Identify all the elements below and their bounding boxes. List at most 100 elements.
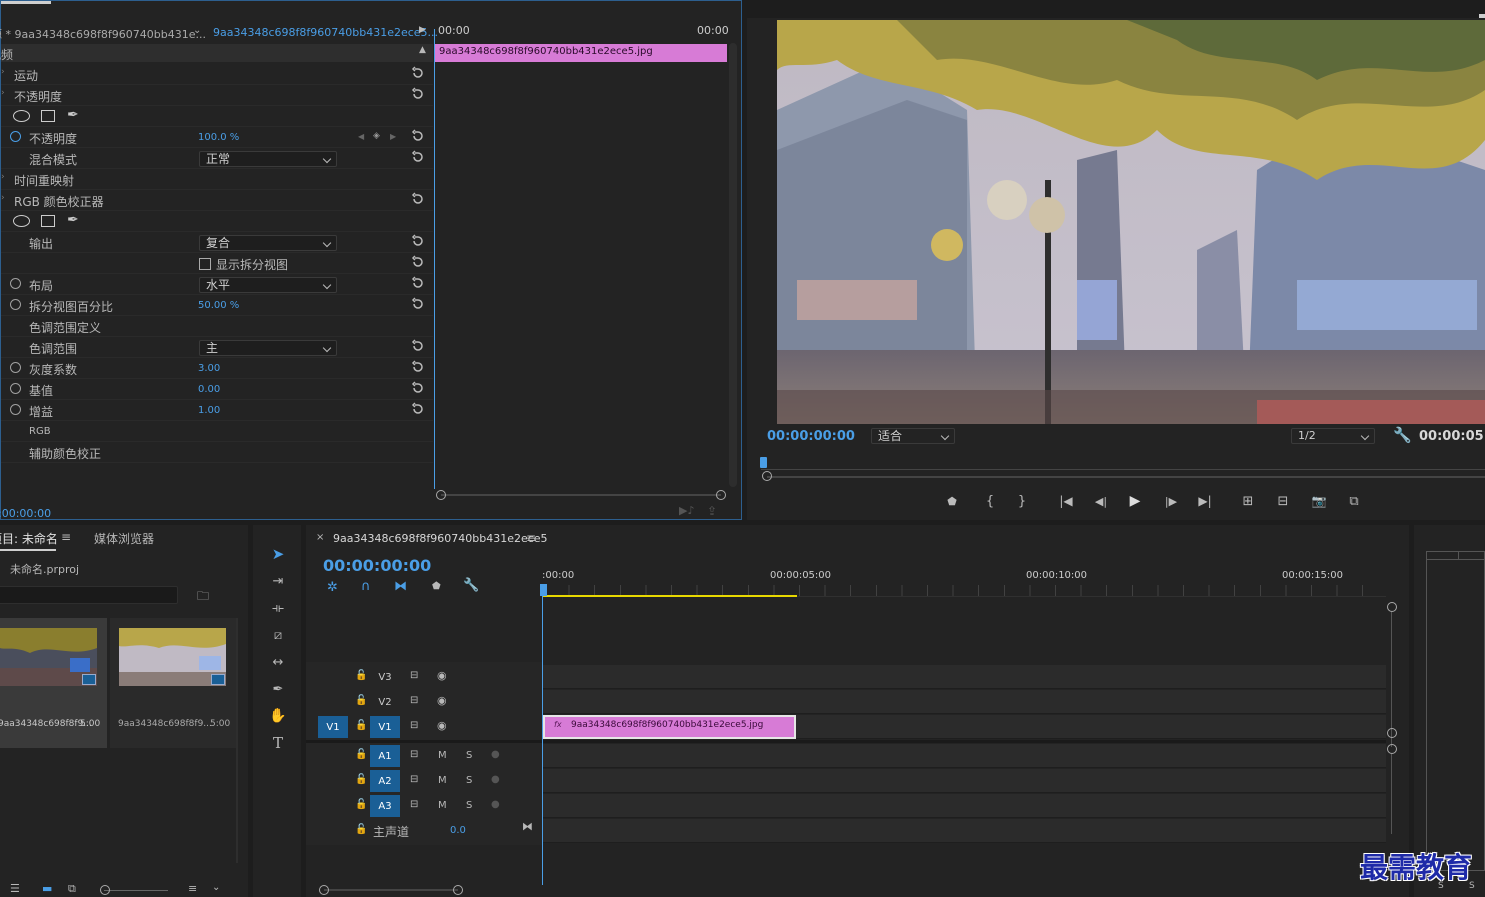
nest-icon[interactable]: ✲ bbox=[327, 580, 338, 595]
solo-button[interactable]: S bbox=[466, 800, 472, 811]
zoom-handle-right[interactable] bbox=[453, 885, 463, 895]
track-v3[interactable] bbox=[543, 665, 1386, 689]
mic-icon[interactable]: ● bbox=[491, 799, 500, 810]
zoom-handle-left[interactable] bbox=[762, 471, 772, 481]
reset-icon[interactable] bbox=[411, 150, 425, 164]
project-item[interactable]: 9aa34348c698f8f9... 5:00 bbox=[110, 618, 236, 748]
opacity-value[interactable]: 100.0 % bbox=[198, 132, 239, 143]
mute-button[interactable]: M bbox=[438, 775, 447, 786]
track-header-master[interactable] bbox=[306, 819, 542, 843]
hand-tool[interactable]: ✋ bbox=[265, 704, 291, 728]
secondary-label[interactable]: 辅助颜色校正 bbox=[29, 445, 101, 462]
media-browser-tab[interactable]: 媒体浏览器 bbox=[94, 530, 154, 547]
program-timecode[interactable]: 00:00:00:00 bbox=[767, 429, 855, 444]
stopwatch-icon[interactable] bbox=[10, 362, 21, 373]
layout-select[interactable]: 水平 bbox=[199, 277, 337, 293]
mini-timeline-clip[interactable]: 9aa34348c698f8f960740bb431e2ece5.jpg bbox=[435, 44, 727, 62]
lift-button[interactable]: ⊞ bbox=[1237, 490, 1259, 512]
lock-icon[interactable]: 🔓 bbox=[355, 720, 367, 731]
rgb-label[interactable]: RGB bbox=[29, 426, 51, 437]
eye-icon[interactable]: ◉ bbox=[437, 694, 447, 707]
reset-icon[interactable] bbox=[411, 234, 425, 248]
play-button[interactable]: ▶ bbox=[1124, 490, 1146, 512]
mini-timeline-playhead[interactable] bbox=[434, 29, 435, 489]
timeline-settings-icon[interactable]: 🔧 bbox=[463, 578, 479, 593]
gain-value[interactable]: 1.00 bbox=[198, 405, 220, 416]
reset-icon[interactable] bbox=[411, 129, 425, 143]
work-area-bar[interactable] bbox=[543, 595, 797, 597]
settings-wrench-icon[interactable]: 🔧 bbox=[1393, 426, 1412, 444]
motion-label[interactable]: 运动 bbox=[14, 67, 38, 84]
rect-mask-icon[interactable] bbox=[41, 215, 55, 227]
go-to-in-button[interactable]: |◀ bbox=[1055, 490, 1077, 512]
ellipse-mask-icon[interactable] bbox=[13, 215, 30, 227]
list-view-icon[interactable]: ☰ bbox=[10, 882, 20, 895]
zoom-handle-left[interactable] bbox=[436, 490, 446, 500]
sync-lock-icon[interactable]: ⊟ bbox=[410, 720, 418, 731]
reset-icon[interactable] bbox=[411, 381, 425, 395]
pen-mask-icon[interactable]: ✒ bbox=[67, 212, 79, 228]
add-marker-button[interactable]: ⬟ bbox=[941, 490, 963, 512]
search-input[interactable] bbox=[0, 586, 178, 604]
stopwatch-icon[interactable] bbox=[10, 299, 21, 310]
pedestal-value[interactable]: 0.00 bbox=[198, 384, 220, 395]
timeline-playhead[interactable] bbox=[542, 585, 543, 885]
go-to-end-icon[interactable]: ⧓ bbox=[522, 820, 533, 833]
sync-lock-icon[interactable]: ⊟ bbox=[410, 749, 418, 760]
sequence-tab[interactable]: 9aa34348c698f8f960740bb431e2ece5 bbox=[333, 532, 548, 545]
mute-button[interactable]: M bbox=[438, 800, 447, 811]
eye-icon[interactable]: ◉ bbox=[437, 719, 447, 732]
ellipse-mask-icon[interactable] bbox=[13, 110, 30, 122]
reset-icon[interactable] bbox=[411, 339, 425, 353]
tonal-range-def-label[interactable]: 色调范围定义 bbox=[29, 319, 101, 336]
project-tab[interactable]: 项目: 未命名 bbox=[0, 530, 58, 547]
lock-icon[interactable]: 🔓 bbox=[355, 824, 367, 835]
project-item[interactable]: 9aa34348c698f8f9... 5:00 bbox=[0, 618, 107, 748]
eye-icon[interactable]: ◉ bbox=[437, 669, 447, 682]
program-video-frame[interactable] bbox=[777, 20, 1485, 424]
lock-icon[interactable]: 🔓 bbox=[355, 799, 367, 810]
stopwatch-icon[interactable] bbox=[10, 278, 21, 289]
track-a2[interactable] bbox=[543, 769, 1386, 793]
mute-button[interactable]: M bbox=[438, 750, 447, 761]
reset-icon[interactable] bbox=[411, 66, 425, 80]
mark-out-button[interactable]: } bbox=[1011, 490, 1033, 512]
freeform-view-icon[interactable]: ⧉ bbox=[68, 882, 76, 896]
sync-lock-icon[interactable]: ⊟ bbox=[410, 799, 418, 810]
chevron-down-icon[interactable]: ⌄ bbox=[193, 25, 201, 36]
resolution-select[interactable]: 1/2 bbox=[1291, 428, 1375, 444]
reset-icon[interactable] bbox=[411, 276, 425, 290]
track-target-a3[interactable]: A3 bbox=[370, 795, 400, 817]
lock-icon[interactable]: 🔓 bbox=[355, 670, 367, 681]
scroll-up-icon[interactable]: ▲ bbox=[419, 45, 426, 55]
stopwatch-icon[interactable] bbox=[10, 404, 21, 415]
chevron-down-icon[interactable]: ⌄ bbox=[212, 882, 220, 893]
comparison-view-button[interactable]: ⧉ bbox=[1343, 490, 1365, 512]
prev-keyframe-icon[interactable]: ◀ bbox=[358, 132, 364, 141]
vertical-scroll-handle[interactable] bbox=[1387, 728, 1397, 738]
source-patch-v1[interactable]: V1 bbox=[318, 716, 348, 738]
timeline-zoom-bar[interactable] bbox=[324, 889, 458, 891]
thumbnail-size-slider[interactable] bbox=[104, 890, 168, 891]
effect-timecode[interactable]: 00:00:00:00 bbox=[0, 507, 51, 520]
panel-menu-icon[interactable]: ≡ bbox=[61, 530, 71, 544]
snap-icon[interactable]: ∩ bbox=[361, 579, 371, 594]
slider-handle[interactable] bbox=[100, 885, 110, 895]
track-target-a1[interactable]: A1 bbox=[370, 745, 400, 767]
add-keyframe-icon[interactable]: ◈ bbox=[373, 131, 380, 141]
output-select[interactable]: 复合 bbox=[199, 235, 337, 251]
step-back-button[interactable]: ◀| bbox=[1090, 490, 1112, 512]
blend-mode-select[interactable]: 正常 bbox=[199, 151, 337, 167]
reset-icon[interactable] bbox=[411, 402, 425, 416]
track-a3[interactable] bbox=[543, 794, 1386, 818]
zoom-handle-right[interactable] bbox=[716, 490, 726, 500]
rgb-corrector-label[interactable]: RGB 颜色校正器 bbox=[14, 193, 104, 210]
reset-icon[interactable] bbox=[411, 360, 425, 374]
mini-zoom-bar[interactable] bbox=[441, 494, 721, 496]
mini-timeline-scrollbar[interactable] bbox=[729, 43, 737, 487]
track-header-a2[interactable] bbox=[306, 769, 542, 793]
split-percent-value[interactable]: 50.00 % bbox=[198, 300, 239, 311]
step-forward-button[interactable]: |▶ bbox=[1160, 490, 1182, 512]
reset-icon[interactable] bbox=[411, 297, 425, 311]
panel-menu-icon[interactable]: ≡ bbox=[526, 531, 536, 545]
